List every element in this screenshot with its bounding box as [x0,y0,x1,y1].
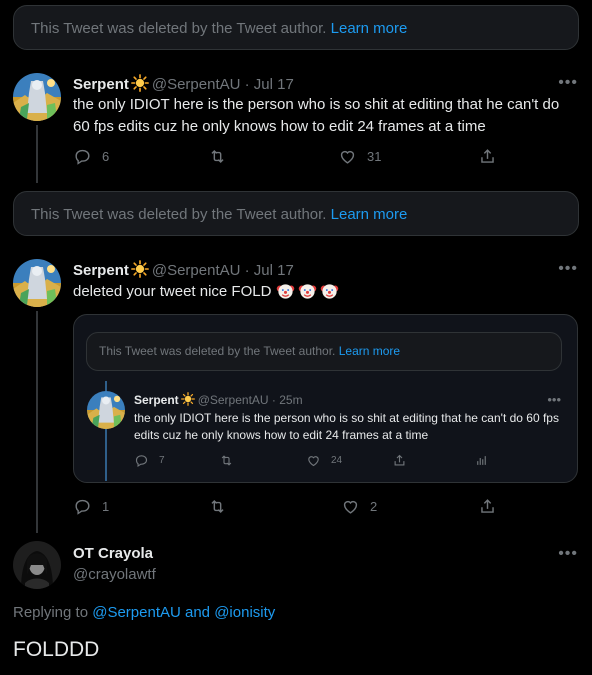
share-button[interactable] [478,147,507,166]
retweet-icon [208,497,227,516]
learn-more-link[interactable]: Learn more [331,206,408,223]
like-count: 31 [367,149,382,164]
retweet-button[interactable] [219,453,244,468]
sun-emoji-icon [131,260,149,278]
quoted-handle-date[interactable]: @SerpentAU · 25m [198,393,303,407]
reply-handle-link[interactable]: @SerpentAU [92,604,181,621]
tweet-text: the only IDIOT here is the person who is… [73,96,560,135]
thread-line [36,125,38,183]
tweet-header: Serpent @SerpentAU · Jul 17 [73,260,294,279]
share-icon [392,453,407,468]
main-tweet-text: FOLDDD [13,638,100,661]
reply-handle-link[interactable]: @ionisity [214,604,275,621]
retweet-button[interactable] [208,497,237,516]
replying-prefix: Replying to [13,604,89,621]
tweet-text: deleted your tweet nice FOLD [73,281,573,307]
clown-emoji-icon [320,281,339,300]
deleted-notice-text: This Tweet was deleted by the Tweet auth… [31,206,327,223]
more-icon[interactable]: ••• [558,261,578,277]
more-icon[interactable]: ••• [558,75,578,91]
reply-icon [73,147,92,166]
reply-button[interactable]: 6 [73,147,109,166]
clown-emoji-icon [298,281,317,300]
reply-button[interactable]: 7 [134,453,165,468]
like-icon [338,147,357,166]
learn-more-link[interactable]: Learn more [331,20,408,37]
deleted-tweet-notice: This Tweet was deleted by the Tweet auth… [13,5,579,50]
quoted-actions: 7 24 [134,453,514,469]
retweet-button[interactable] [208,147,237,166]
analytics-button[interactable] [474,453,499,468]
thread-line [36,311,38,533]
display-name[interactable]: Serpent [73,262,129,279]
clown-emojis [276,281,339,307]
main-display-name[interactable]: OT Crayola [73,545,153,562]
reply-conjunction: and [185,604,211,621]
tweet-actions: 6 31 [73,147,503,169]
like-count: 24 [331,455,343,466]
quoted-header: Serpent @SerpentAU · 25m [134,392,303,407]
main-handle[interactable]: @crayolawtf [73,566,156,583]
quoted-learn-more-link[interactable]: Learn more [339,344,400,358]
reply-icon [134,453,149,468]
like-icon [306,453,321,468]
tweet-actions: 1 2 [73,497,503,519]
reply-count: 7 [159,455,165,466]
deleted-notice-text: This Tweet was deleted by the Tweet auth… [31,20,327,37]
reply-button[interactable]: 1 [73,497,109,516]
like-button[interactable]: 24 [306,453,342,468]
deleted-tweet-notice: This Tweet was deleted by the Tweet auth… [13,191,579,236]
quoted-deleted-text: This Tweet was deleted by the Tweet auth… [99,344,336,358]
retweet-icon [219,453,234,468]
avatar[interactable] [13,73,61,121]
like-button[interactable]: 2 [341,497,377,516]
tweet-header: Serpent @SerpentAU · Jul 17 [73,74,294,93]
share-button[interactable] [392,453,417,468]
reply-icon [73,497,92,516]
display-name[interactable]: Serpent [73,76,129,93]
like-count: 2 [370,499,378,514]
quoted-text: the only IDIOT here is the person who is… [134,411,559,442]
avatar[interactable] [13,259,61,307]
clown-emoji-icon [276,281,295,300]
share-icon [478,497,497,516]
reply-count: 6 [102,149,110,164]
quoted-tweet[interactable]: This Tweet was deleted by the Tweet auth… [73,314,578,483]
tweet-text-body: deleted your tweet nice FOLD [73,283,272,300]
sun-emoji-icon [181,392,195,406]
share-icon [478,147,497,166]
quoted-display-name[interactable]: Serpent [134,393,179,407]
more-icon[interactable]: ••• [547,393,561,406]
retweet-icon [208,147,227,166]
replying-to: Replying to @SerpentAU and @ionisity [13,604,275,621]
handle-date[interactable]: @SerpentAU · Jul 17 [152,76,294,93]
like-button[interactable]: 31 [338,147,381,166]
like-icon [341,497,360,516]
handle-date[interactable]: @SerpentAU · Jul 17 [152,262,294,279]
analytics-icon [474,453,489,468]
quoted-avatar[interactable] [87,391,125,429]
sun-emoji-icon [131,74,149,92]
quoted-deleted-notice: This Tweet was deleted by the Tweet auth… [86,332,562,371]
avatar[interactable] [13,541,61,589]
more-icon[interactable]: ••• [558,546,578,562]
share-button[interactable] [478,497,507,516]
reply-count: 1 [102,499,110,514]
